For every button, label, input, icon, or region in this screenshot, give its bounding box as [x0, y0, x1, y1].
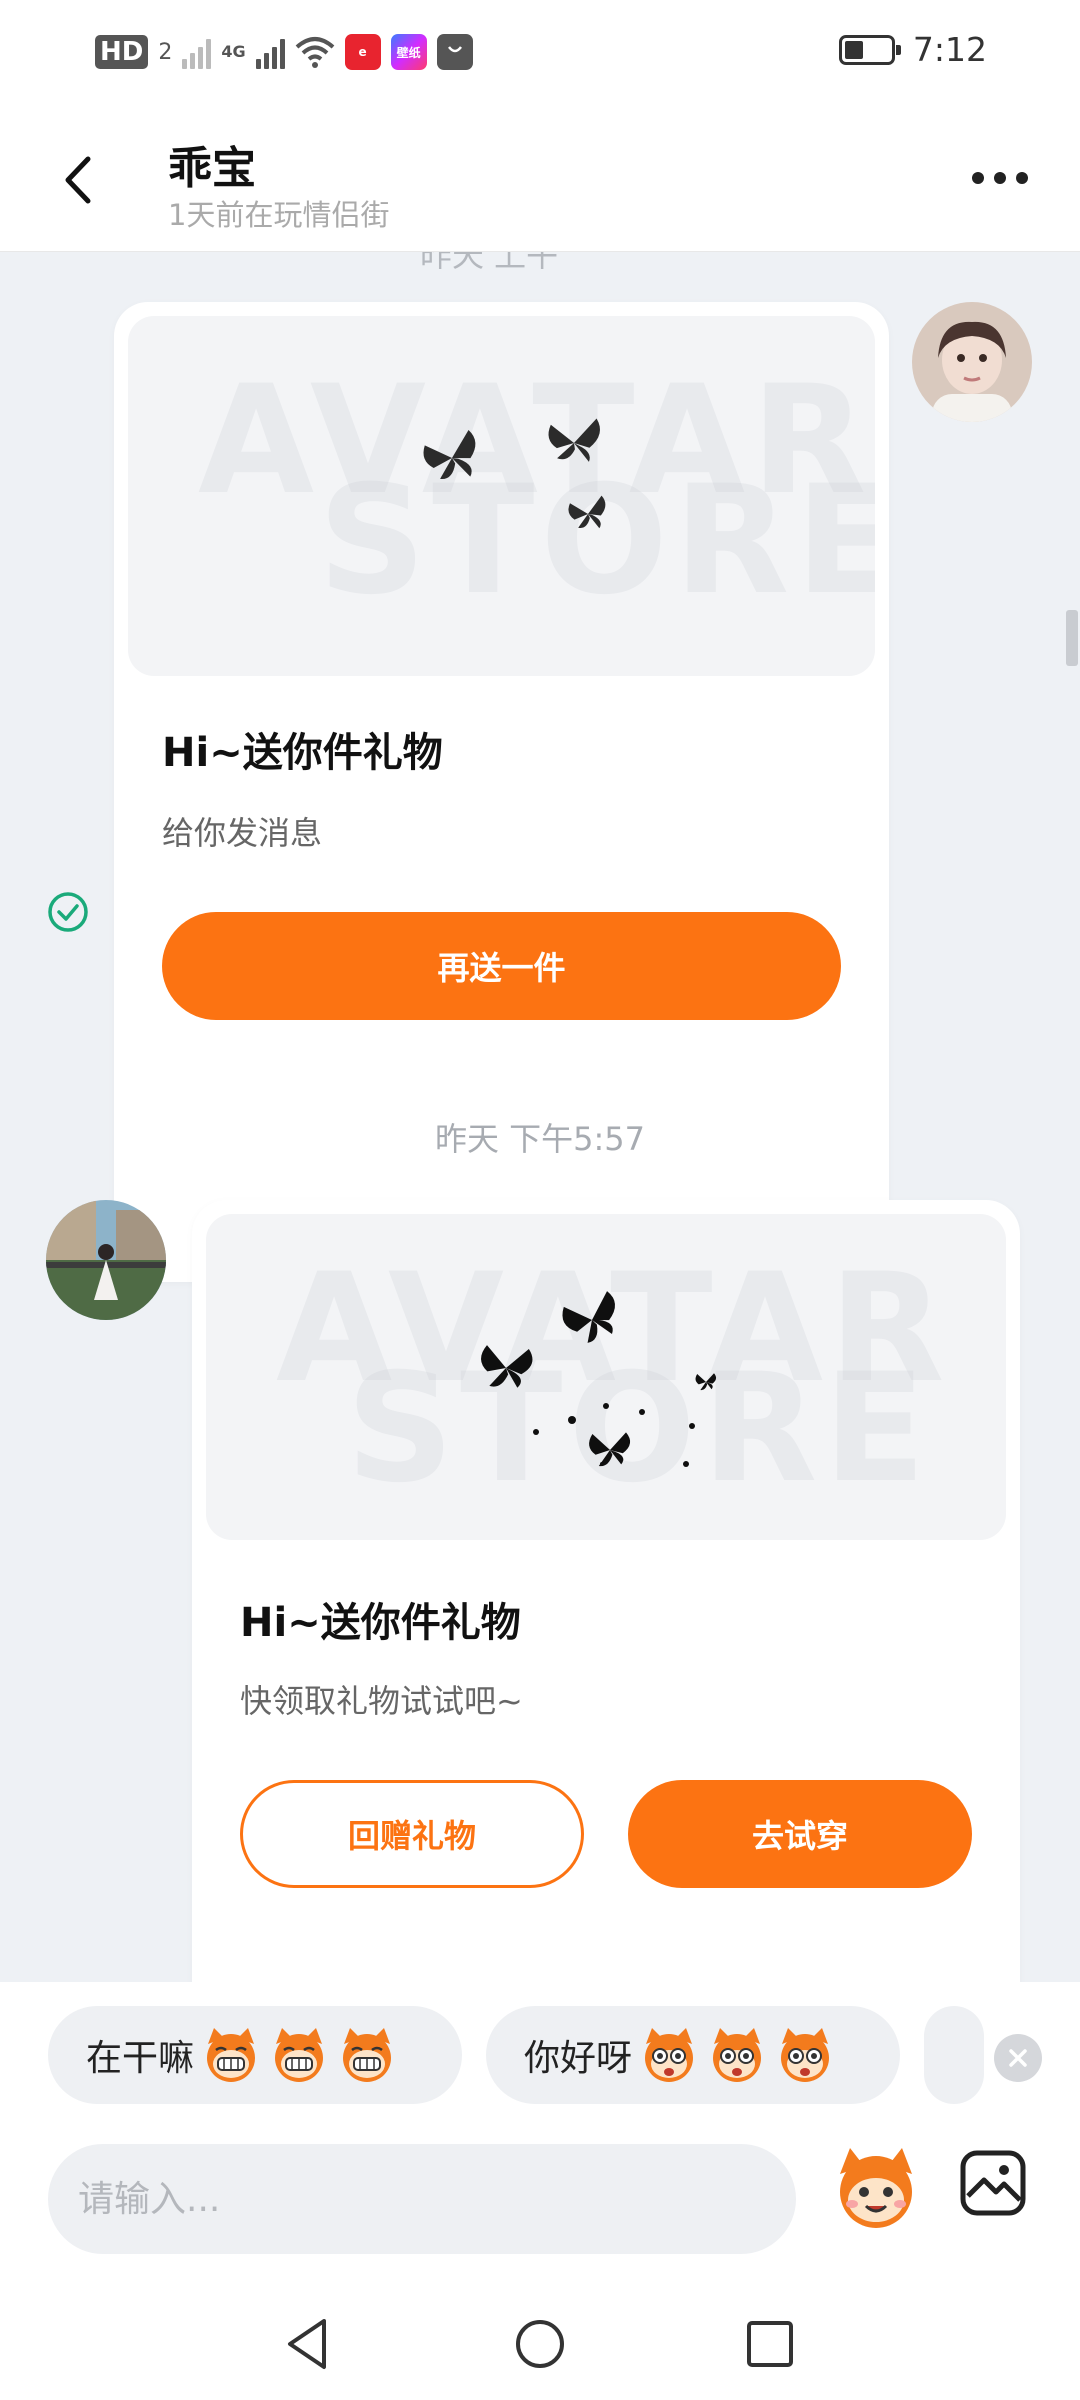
status-icons-right: 7:12 — [838, 30, 987, 69]
more-dot-icon — [1016, 172, 1028, 184]
signal-icon-sim2 — [255, 35, 285, 69]
wide-eye-monkey-icon — [645, 2028, 694, 2082]
chevron-left-icon — [65, 156, 91, 204]
quick-reply-text: 你好呀 — [524, 2038, 633, 2079]
wallpaper-app-icon: 壁纸 — [390, 34, 427, 70]
close-quick-replies-button[interactable] — [994, 2034, 1042, 2082]
wifi-icon — [295, 37, 334, 68]
square-recents-icon — [747, 2321, 793, 2367]
quick-reply-chip[interactable]: 你好呀 — [486, 2006, 900, 2104]
quick-reply-bar: 在干嘛 你好呀 — [0, 1982, 1080, 2118]
scrollbar[interactable] — [1066, 610, 1078, 666]
butterfly-icon — [423, 418, 606, 529]
return-gift-button[interactable]: 回赠礼物 — [240, 1780, 584, 1888]
contact-status: 1天前在玩情侣街 — [168, 198, 390, 232]
quick-reply-chip[interactable]: 在干嘛 — [48, 2006, 462, 2104]
contact-name: 乖宝 — [168, 143, 256, 194]
taobao-live-app-icon: e — [344, 34, 381, 70]
sim-indicator: 2 — [158, 39, 173, 65]
butterflies-icon — [481, 1291, 717, 1467]
back-button[interactable] — [50, 150, 110, 210]
emoji-picker-button[interactable] — [830, 2140, 922, 2232]
gift-preview-image[interactable]: AVATAR STORE — [128, 316, 875, 676]
send-another-gift-button[interactable]: 再送一件 — [162, 912, 841, 1020]
input-bar — [0, 2118, 1080, 2288]
contact-avatar[interactable] — [46, 1200, 166, 1320]
chat-header: 乖宝 1天前在玩情侣街 — [0, 110, 1080, 252]
status-icons-left: HD 2 4G e 壁纸 — [95, 34, 473, 70]
battery-icon — [838, 34, 901, 65]
cut-off-timestamp: 昨天 上午 — [420, 252, 559, 274]
gift-card-description: 快领取礼物试试吧~ — [240, 1682, 523, 1720]
quick-reply-text: 在干嘛 — [86, 2038, 195, 2079]
image-picker-button[interactable] — [958, 2148, 1028, 2218]
system-nav-bar — [0, 2288, 1080, 2400]
nav-back-button[interactable] — [276, 2312, 340, 2376]
gift-card-description: 给你发消息 — [162, 814, 323, 852]
gift-card-title: Hi~送你件礼物 — [162, 730, 443, 776]
close-icon — [1009, 2049, 1027, 2067]
gift-card-title: Hi~送你件礼物 — [240, 1600, 521, 1646]
more-options-button[interactable] — [960, 158, 1040, 198]
signal-icon-sim1 — [182, 35, 212, 69]
triangle-back-icon — [288, 2319, 326, 2369]
gift-preview-image[interactable]: AVATAR STORE — [206, 1214, 1006, 1540]
circle-home-icon — [516, 2320, 564, 2368]
shopping-bag-icon — [436, 34, 473, 70]
chat-area[interactable]: 昨天 上午 AVATAR STORE Hi~送你件礼物 给你发消息 再送一件 昨… — [0, 252, 1080, 1982]
nav-home-button[interactable] — [508, 2312, 572, 2376]
more-dot-icon — [994, 172, 1006, 184]
try-on-button[interactable]: 去试穿 — [628, 1780, 972, 1888]
gift-message-card-received: AVATAR STORE Hi~送你件礼物 快领取礼物试试吧~ 回赠礼物 去试穿 — [192, 1200, 1020, 1982]
status-bar: HD 2 4G e 壁纸 7:12 — [0, 0, 1080, 110]
grin-monkey-icon — [343, 2028, 392, 2082]
wallpaper-app-label: 壁纸 — [396, 45, 421, 60]
hd-indicator: HD — [95, 35, 149, 69]
more-dot-icon — [972, 172, 984, 184]
quick-reply-chip-partial[interactable] — [924, 2006, 984, 2104]
message-input[interactable] — [48, 2144, 796, 2254]
wide-eye-monkey-icon — [713, 2028, 762, 2082]
avatar-photo-outdoor-icon — [46, 1200, 166, 1320]
message-timestamp: 昨天 下午5:57 — [434, 1120, 646, 1158]
clock: 7:12 — [912, 30, 987, 69]
avatar-photo-girl-icon — [912, 302, 1032, 422]
network-type: 4G — [221, 42, 246, 61]
grin-monkey-icon — [275, 2028, 324, 2082]
sent-check-icon — [48, 892, 88, 932]
my-avatar[interactable] — [912, 302, 1032, 422]
nav-recents-button[interactable] — [738, 2312, 802, 2376]
wide-eye-monkey-icon — [781, 2028, 830, 2082]
grin-monkey-icon — [207, 2028, 256, 2082]
